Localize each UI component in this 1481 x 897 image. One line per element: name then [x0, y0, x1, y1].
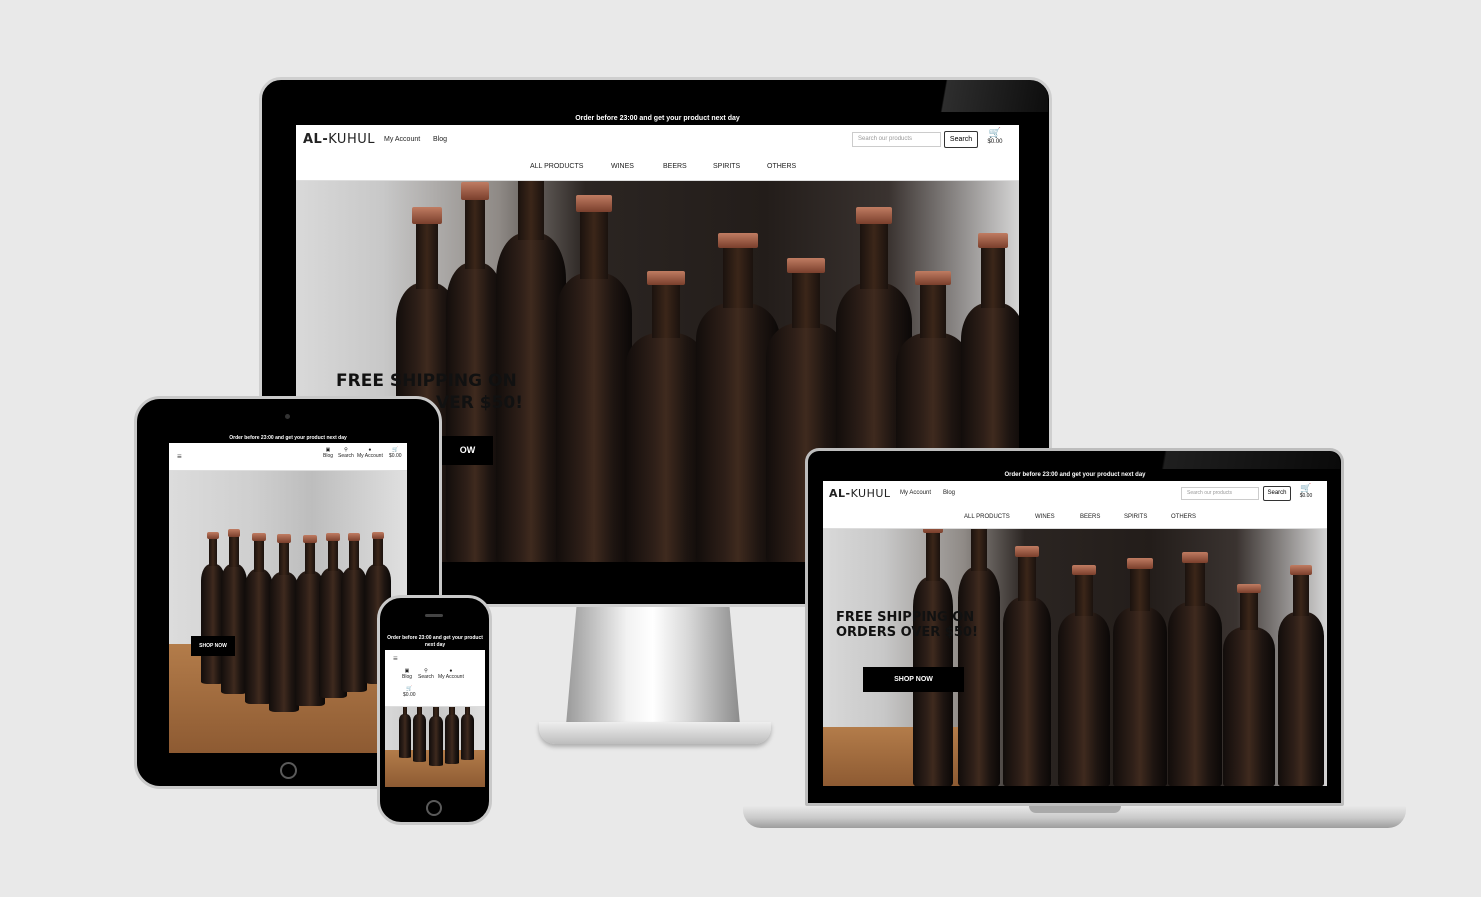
hero-heading: FREE SHIPPING ON: [336, 371, 517, 392]
nav-wines[interactable]: WINES: [1035, 514, 1055, 520]
promo-banner: Order before 23:00 and get your product …: [823, 470, 1327, 481]
blog-link[interactable]: Blog: [943, 490, 955, 496]
promo-banner: Order before 23:00 and get your product …: [296, 113, 1019, 125]
nav-beers[interactable]: BEERS: [663, 163, 687, 170]
shop-now-button[interactable]: SHOP NOW: [863, 667, 964, 692]
bottle: [1003, 545, 1051, 786]
search-toggle[interactable]: ⚲ Search: [418, 668, 434, 680]
nav-wines[interactable]: WINES: [611, 163, 634, 170]
bottle: [958, 529, 1000, 786]
bottle: [1278, 564, 1324, 786]
search-toggle[interactable]: ⚲ Search: [338, 447, 354, 459]
hamburger-menu-icon[interactable]: ≡: [393, 654, 398, 663]
cart-icon: 🛒: [1300, 483, 1312, 493]
logo-prefix: AL-: [829, 487, 851, 500]
tablet-screen: Order before 23:00 and get your product …: [169, 434, 407, 753]
hero-image: [385, 707, 485, 787]
account-button[interactable]: ● My Account: [438, 668, 464, 680]
laptop-notch: [1029, 806, 1121, 813]
blog-button[interactable]: ▣ Blog: [323, 447, 333, 459]
shop-now-button[interactable]: SHOP NOW: [191, 636, 235, 656]
search-button[interactable]: Search: [944, 131, 978, 148]
cart-button[interactable]: 🛒 $0.00: [389, 447, 402, 459]
bottle: [221, 528, 247, 694]
account-button[interactable]: ● My Account: [357, 447, 383, 459]
desktop-hero-heading-line2: VER $50!: [436, 393, 524, 413]
hero-heading-line1: FREE SHIPPING ON: [336, 371, 517, 391]
main-nav: ALL PRODUCTS WINES BEERS SPIRITS OTHERS: [296, 155, 1019, 181]
bottle: [429, 707, 443, 766]
tablet-header: ≡ ▣ Blog ⚲ Search ● My Account 🛒 $0.00: [169, 443, 407, 471]
nav-others[interactable]: OTHERS: [1171, 514, 1196, 520]
site-logo[interactable]: AL-KUHUL: [829, 487, 891, 500]
site-header: AL-KUHUL My Account Blog Search our prod…: [823, 481, 1327, 507]
blog-link[interactable]: Blog: [433, 136, 447, 143]
site-logo[interactable]: AL-KUHUL: [303, 132, 375, 147]
monitor-stand-neck: [566, 607, 740, 725]
bottle: [341, 533, 367, 692]
promo-banner: Order before 23:00 and get your product …: [385, 633, 485, 650]
blog-button[interactable]: ▣ Blog: [402, 668, 412, 680]
bottle: [1168, 552, 1222, 786]
cart-button[interactable]: 🛒 $0.00: [984, 128, 1006, 145]
nav-beers[interactable]: BEERS: [1080, 514, 1100, 520]
bottle: [626, 270, 706, 562]
banner-line2: next day: [424, 642, 446, 648]
cart-total: $0.00: [1299, 493, 1313, 499]
site-header: AL-KUHUL My Account Blog Search our prod…: [296, 125, 1019, 155]
bottle: [413, 707, 426, 762]
search-button[interactable]: Search: [1263, 486, 1291, 501]
hero-heading-line2: ORDERS OVER $50!: [836, 624, 978, 640]
my-account-link[interactable]: My Account: [384, 136, 420, 143]
cart-button[interactable]: 🛒 $0.00: [1296, 483, 1316, 499]
search-input[interactable]: Search our products: [852, 132, 941, 147]
tablet-home-button[interactable]: [280, 762, 297, 779]
phone-home-button[interactable]: [426, 800, 442, 816]
logo-name: KUHUL: [328, 132, 375, 147]
nav-others[interactable]: OTHERS: [767, 163, 796, 170]
cart-icon: 🛒: [988, 128, 1002, 139]
monitor-stand-base: [539, 722, 771, 744]
desktop-shop-now-button[interactable]: OW: [442, 436, 493, 465]
bottle: [1058, 564, 1110, 786]
hamburger-menu-icon[interactable]: ≡: [177, 452, 182, 461]
search-input[interactable]: Search our products: [1181, 487, 1259, 500]
cart-button[interactable]: 🛒 $0.00: [403, 686, 416, 698]
bottle: [461, 707, 474, 760]
banner-line1: Order before 23:00 and get your product: [387, 635, 483, 641]
bottle: [556, 194, 632, 562]
bottle: [1113, 558, 1167, 786]
nav-all-products[interactable]: ALL PRODUCTS: [530, 163, 583, 170]
hero-heading: FREE SHIPPING ON ORDERS OVER $50!: [836, 610, 978, 641]
laptop-glare: [1120, 451, 1340, 469]
cart-total: $0.00: [987, 139, 1003, 145]
phone-speaker: [425, 614, 443, 617]
logo-prefix: AL-: [303, 132, 329, 147]
bottle: [1223, 583, 1275, 786]
bottle: [445, 707, 459, 764]
phone-screen: Order before 23:00 and get your product …: [385, 633, 485, 787]
hero-heading-line1: FREE SHIPPING ON: [836, 610, 975, 625]
nav-spirits[interactable]: SPIRITS: [1124, 514, 1147, 520]
monitor-glare: [900, 80, 1048, 112]
my-account-link[interactable]: My Account: [900, 490, 931, 496]
hero-image: SHOP NOW: [169, 471, 407, 753]
nav-all-products[interactable]: ALL PRODUCTS: [964, 514, 1010, 520]
laptop-screen: Order before 23:00 and get your product …: [823, 470, 1327, 786]
logo-name: KUHUL: [850, 487, 891, 500]
nav-spirits[interactable]: SPIRITS: [713, 163, 740, 170]
main-nav: ALL PRODUCTS WINES BEERS SPIRITS OTHERS: [823, 507, 1327, 529]
bottle: [399, 707, 411, 758]
hero-image: FREE SHIPPING ON ORDERS OVER $50! SHOP N…: [823, 529, 1327, 786]
promo-banner: Order before 23:00 and get your product …: [169, 434, 407, 443]
tablet-camera: [285, 414, 290, 419]
phone-header: ≡ ▣ Blog ⚲ Search ● My Account 🛒 $0.00: [385, 650, 485, 707]
